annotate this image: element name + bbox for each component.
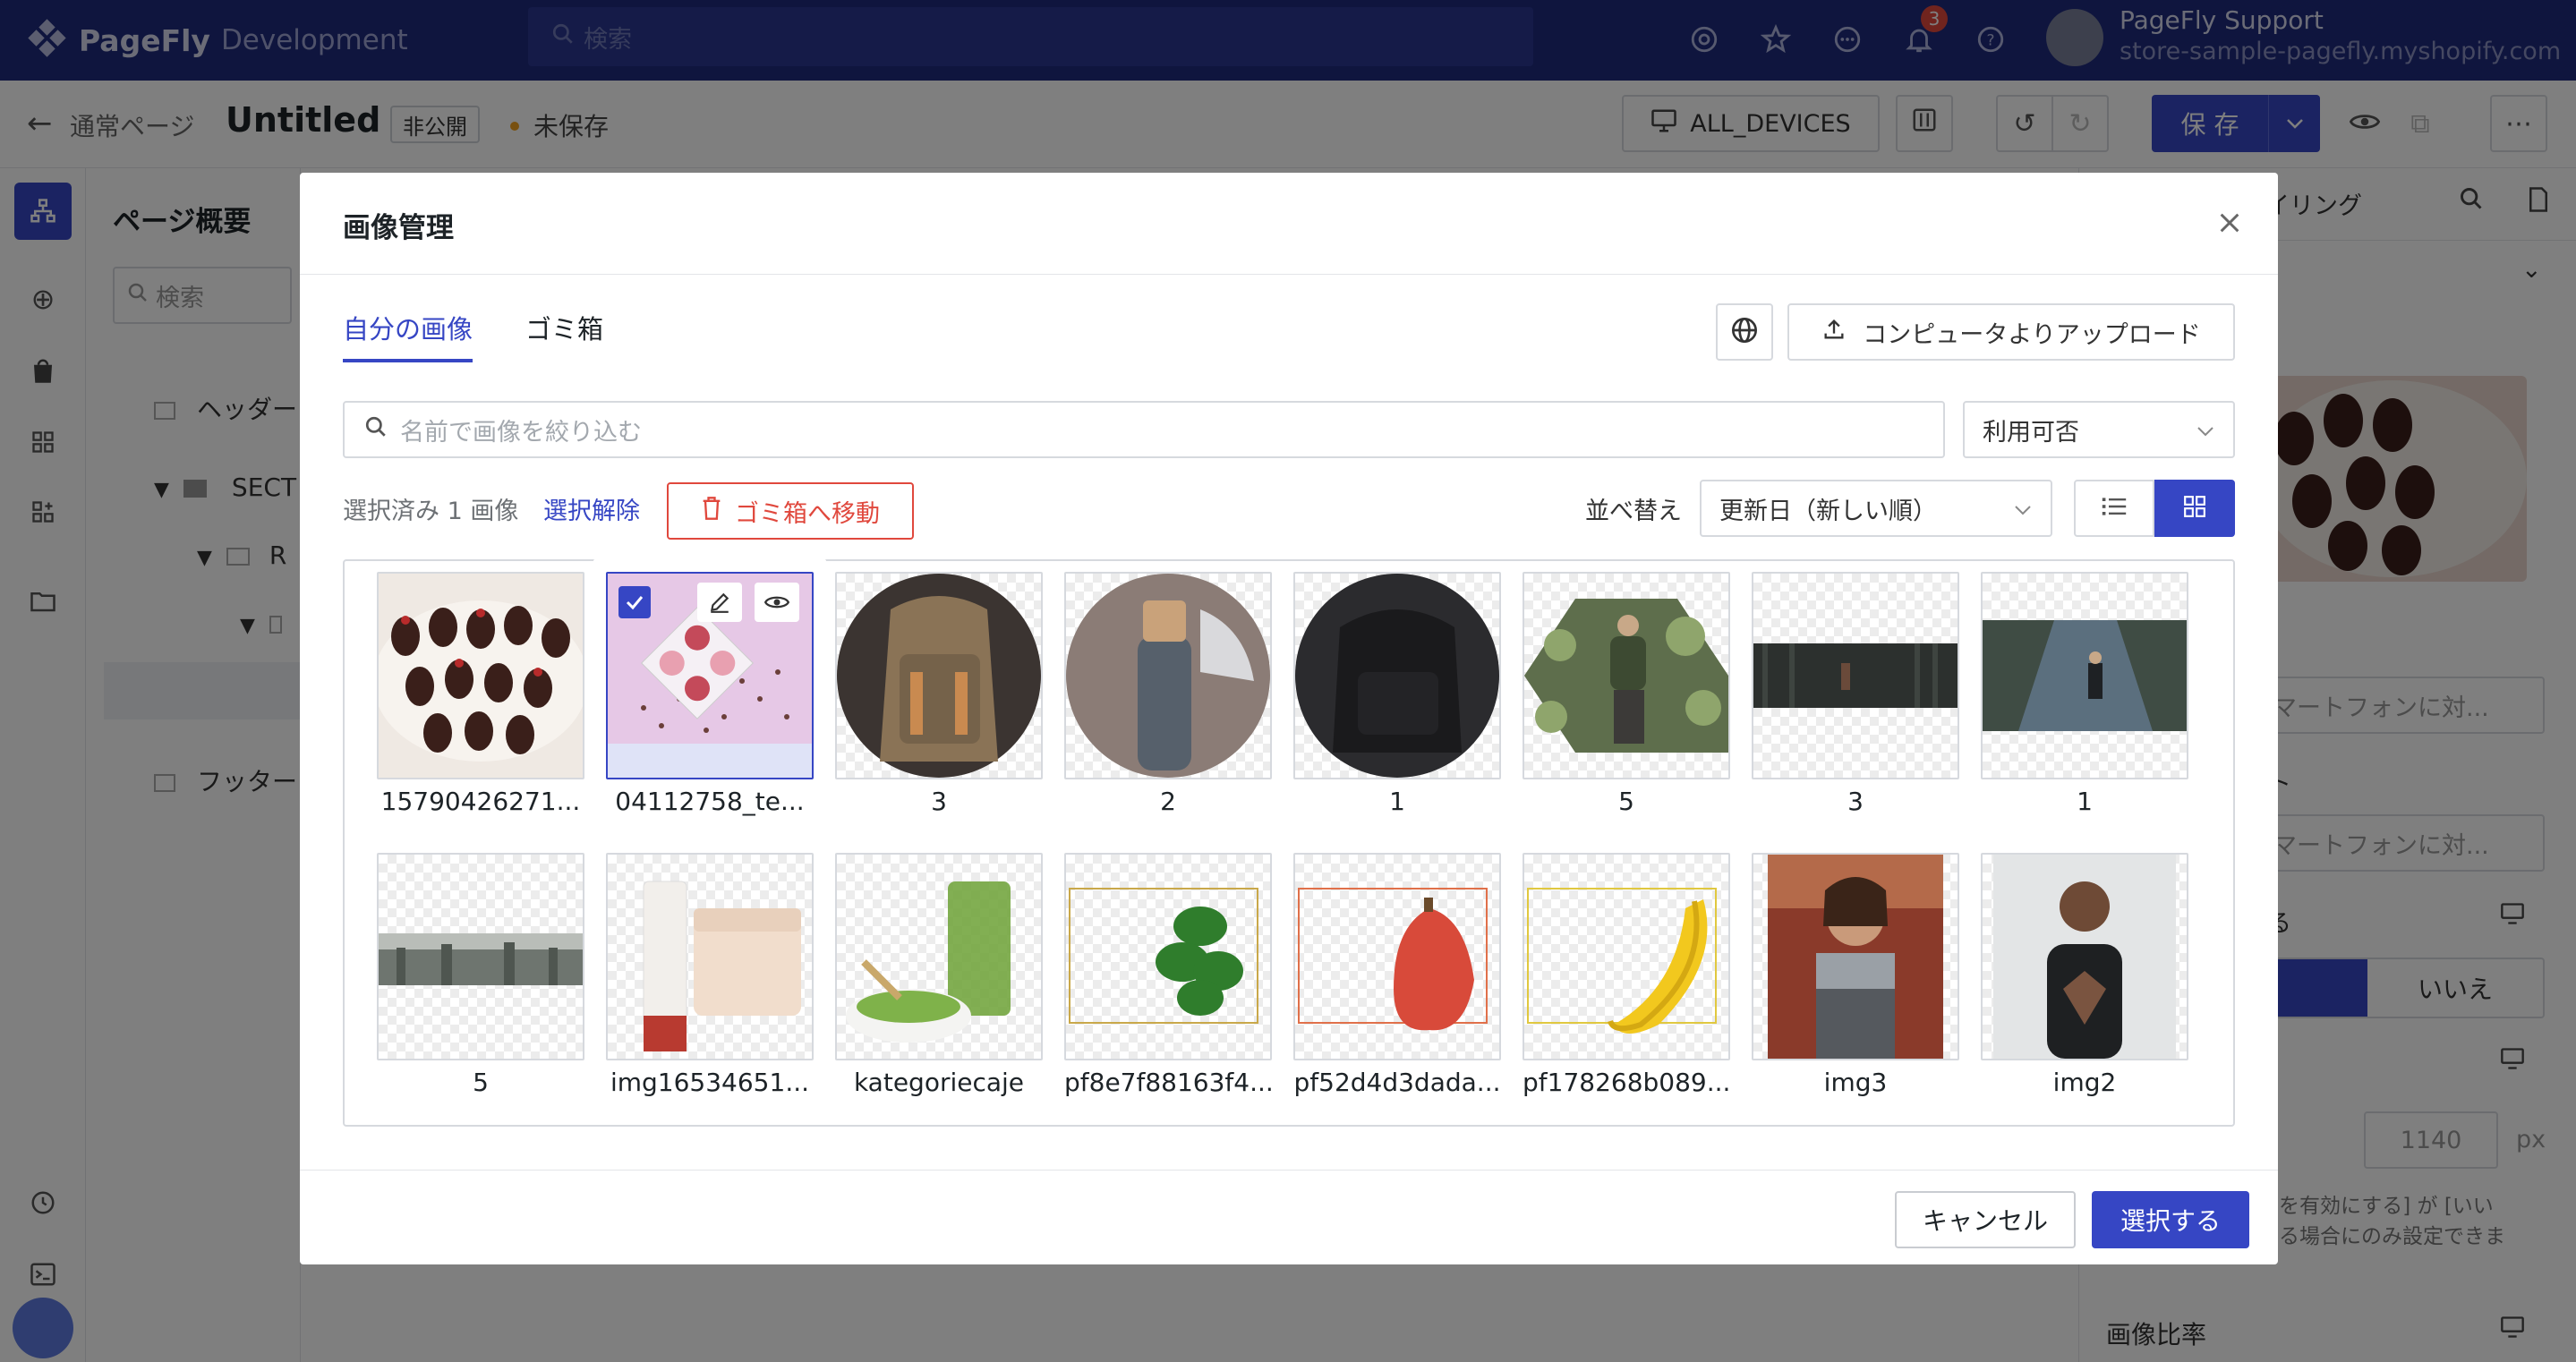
availability-label: 利用可否 [1983, 418, 2079, 447]
image-tile[interactable]: pf52d4d3dada... [1293, 853, 1501, 1097]
image-thumbnail[interactable] [835, 572, 1043, 779]
image-name: 3 [931, 787, 947, 816]
image-thumbnail[interactable] [835, 853, 1043, 1060]
image-thumbnail[interactable] [1523, 572, 1730, 779]
preview-eye-icon[interactable] [755, 583, 799, 622]
list-view-button[interactable] [2074, 480, 2154, 537]
upload-icon [1821, 317, 1847, 348]
image-name: pf178268b089... [1523, 1068, 1730, 1097]
availability-select[interactable]: 利用可否 [1963, 401, 2235, 458]
sort-select[interactable]: 更新日（新しい順） [1700, 480, 2052, 537]
image-tile[interactable]: 5 [1523, 572, 1730, 816]
clear-selection-link[interactable]: 選択解除 [543, 491, 640, 526]
cancel-button[interactable]: キャンセル [1895, 1191, 2076, 1248]
image-tile[interactable]: 3 [835, 572, 1043, 816]
image-name: 1 [1389, 787, 1405, 816]
move-to-trash-button[interactable]: ゴミ箱へ移動 [667, 482, 914, 540]
grid-icon [2183, 495, 2206, 522]
url-import-button[interactable] [1716, 303, 1773, 361]
upload-from-computer-button[interactable]: コンピュータよりアップロード [1787, 303, 2235, 361]
image-name: pf8e7f88163f4... [1064, 1068, 1272, 1097]
image-tile[interactable]: pf178268b089... [1523, 853, 1730, 1097]
image-filter-placeholder: 名前で画像を絞り込む [400, 418, 642, 447]
image-name: 3 [1847, 787, 1864, 816]
image-name: pf52d4d3dada... [1293, 1068, 1501, 1097]
chevron-down-icon [2013, 495, 2033, 523]
search-icon [364, 415, 388, 445]
image-thumbnail[interactable] [606, 853, 814, 1060]
image-thumbnail[interactable] [377, 853, 584, 1060]
chevron-down-icon [2196, 416, 2215, 444]
globe-icon [1730, 316, 1759, 348]
trash-icon [701, 496, 722, 527]
image-name: kategoriecaje [853, 1068, 1025, 1097]
image-tile[interactable]: img3 [1752, 853, 1959, 1097]
image-thumbnail[interactable] [1064, 572, 1272, 779]
image-thumbnail[interactable] [1752, 853, 1959, 1060]
image-name: img2 [2052, 1068, 2117, 1097]
image-thumbnail[interactable] [1752, 572, 1959, 779]
image-name: 5 [1618, 787, 1634, 816]
selected-count: 選択済み 1 画像 [343, 498, 519, 525]
image-tile[interactable]: pf8e7f88163f4... [1064, 853, 1272, 1097]
image-tile-selected[interactable]: 04112758_te... [593, 559, 826, 835]
image-thumbnail[interactable] [1981, 853, 2188, 1060]
image-tile[interactable]: 15790426271... [377, 572, 584, 816]
image-name: img16534651... [610, 1068, 810, 1097]
edit-pencil-icon[interactable] [697, 583, 742, 622]
tab-trash[interactable]: ゴミ箱 [525, 309, 603, 362]
image-thumbnail[interactable] [1293, 572, 1501, 779]
image-name: 04112758_te... [615, 787, 805, 816]
sort-label: 並べ替え [1585, 498, 1682, 525]
image-tile[interactable]: 1 [1293, 572, 1501, 816]
image-tile[interactable]: kategoriecaje [835, 853, 1043, 1097]
choose-button[interactable]: 選択する [2092, 1191, 2249, 1248]
image-manager-modal: 画像管理 自分の画像 ゴミ箱 コンピュータよりアップロード 名前で画像を絞り込む… [300, 173, 2278, 1264]
list-icon [2101, 496, 2128, 521]
grid-view-button[interactable] [2154, 480, 2235, 537]
image-thumbnail[interactable] [606, 572, 814, 779]
image-grid: 15790426271... 04112758_te... 3 2 1 5 3 … [343, 559, 2235, 1127]
modal-title: 画像管理 [343, 212, 454, 244]
sort-value: 更新日（新しい順） [1719, 497, 1937, 525]
image-thumbnail[interactable] [1523, 853, 1730, 1060]
image-thumbnail[interactable] [1064, 853, 1272, 1060]
image-tile[interactable]: 3 [1752, 572, 1959, 816]
image-name: 5 [473, 1068, 489, 1097]
image-name: 2 [1160, 787, 1176, 816]
image-tile[interactable]: img2 [1981, 853, 2188, 1097]
image-filter-input[interactable]: 名前で画像を絞り込む [343, 401, 1945, 458]
move-to-trash-label: ゴミ箱へ移動 [735, 499, 880, 528]
image-thumbnail[interactable] [1981, 572, 2188, 779]
image-thumbnail[interactable] [377, 572, 584, 779]
image-tile[interactable]: 5 [377, 853, 584, 1097]
image-thumbnail[interactable] [1293, 853, 1501, 1060]
checkbox-checked-icon[interactable] [618, 586, 651, 618]
upload-label: コンピュータよりアップロード [1863, 320, 2201, 349]
image-name: 1 [2077, 787, 2093, 816]
image-tile[interactable]: img16534651... [606, 853, 814, 1097]
image-tile[interactable]: 2 [1064, 572, 1272, 816]
tab-my-images[interactable]: 自分の画像 [343, 309, 473, 362]
close-icon[interactable] [2210, 203, 2249, 243]
image-tile[interactable]: 1 [1981, 572, 2188, 816]
image-name: img3 [1823, 1068, 1888, 1097]
modal-header: 画像管理 [300, 173, 2278, 275]
image-name: 15790426271... [380, 787, 581, 816]
